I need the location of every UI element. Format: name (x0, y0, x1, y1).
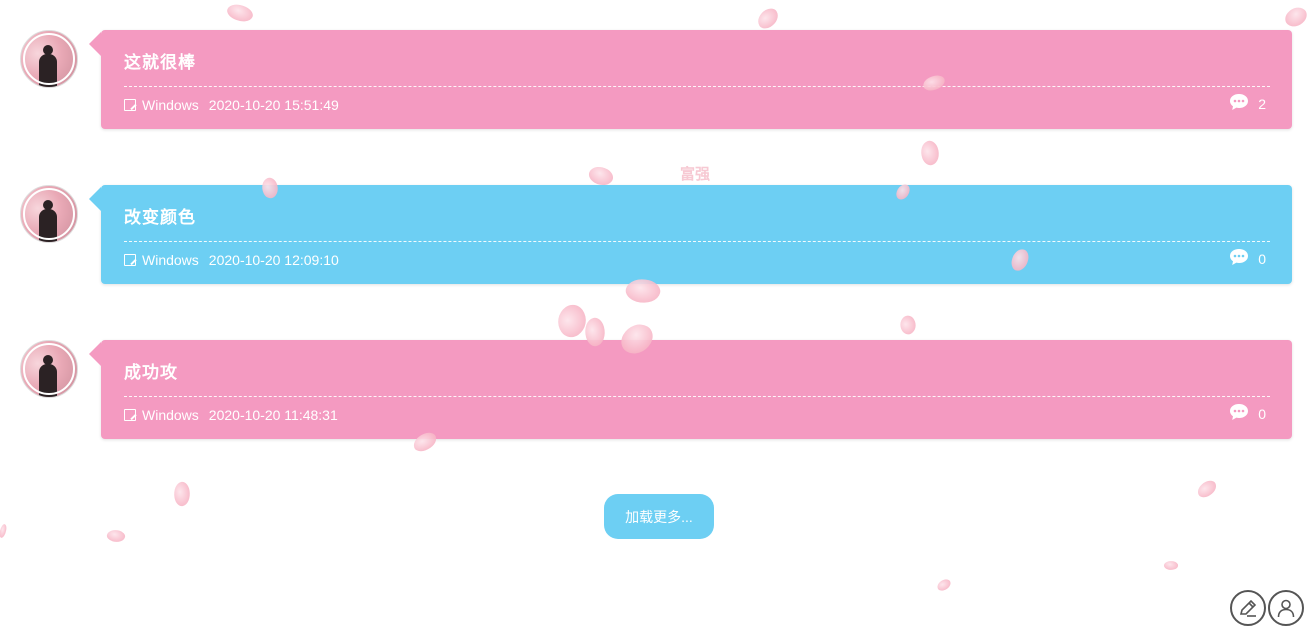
post-meta: Windows 2020-10-20 12:09:10 (124, 252, 339, 268)
comment-icon (1230, 404, 1249, 420)
post-meta: Windows 2020-10-20 11:48:31 (124, 407, 338, 423)
petal-decoration (0, 523, 8, 539)
petal-decoration (917, 138, 943, 168)
comment-count: 0 (1258, 406, 1266, 422)
post-timestamp: 2020-10-20 12:09:10 (208, 252, 339, 268)
avatar-ring (23, 343, 75, 395)
avatar[interactable] (20, 30, 78, 88)
post-card[interactable]: 这就很棒 Windows 2020-10-20 15:51:49 2 (89, 30, 1292, 129)
page: 这就很棒 Windows 2020-10-20 15:51:49 2 改变颜色 … (0, 0, 1311, 633)
comment-button[interactable]: 0 (1229, 402, 1266, 422)
edit-post-icon (1239, 599, 1257, 617)
petal-decoration (754, 5, 782, 32)
post-divider (124, 86, 1270, 87)
petal-decoration (224, 0, 256, 26)
edit-icon (124, 99, 136, 111)
petal-decoration (1194, 478, 1220, 500)
petal-decoration (1282, 2, 1310, 32)
post-item: 改变颜色 Windows 2020-10-20 12:09:10 0 (20, 185, 1292, 285)
load-more-button[interactable]: 加载更多... (604, 494, 714, 539)
watermark-text: 富强 (680, 165, 711, 183)
edit-post-button[interactable] (1230, 590, 1266, 626)
post-title[interactable]: 这就很棒 (124, 48, 196, 73)
post-divider (124, 396, 1270, 397)
post-timestamp: 2020-10-20 15:51:49 (208, 97, 339, 113)
petal-decoration (935, 577, 953, 593)
comment-count: 2 (1258, 96, 1266, 112)
comment-icon (1230, 94, 1249, 110)
post-item: 这就很棒 Windows 2020-10-20 15:51:49 2 (20, 30, 1292, 130)
post-device: Windows (142, 407, 199, 423)
avatar-ring (23, 188, 75, 240)
petal-decoration (896, 313, 920, 337)
comment-button[interactable]: 0 (1229, 247, 1266, 267)
post-title[interactable]: 改变颜色 (124, 203, 196, 228)
post-card[interactable]: 改变颜色 Windows 2020-10-20 12:09:10 0 (89, 185, 1292, 284)
post-item: 成功攻 Windows 2020-10-20 11:48:31 0 (20, 340, 1292, 440)
user-profile-button[interactable] (1268, 590, 1304, 626)
post-card[interactable]: 成功攻 Windows 2020-10-20 11:48:31 0 (89, 340, 1292, 439)
post-device: Windows (142, 252, 199, 268)
post-timestamp: 2020-10-20 11:48:31 (208, 407, 338, 423)
post-meta: Windows 2020-10-20 15:51:49 (124, 97, 339, 113)
petal-decoration (1163, 559, 1179, 572)
avatar[interactable] (20, 185, 78, 243)
edit-icon (124, 409, 136, 421)
comment-icon (1230, 249, 1249, 265)
avatar[interactable] (20, 340, 78, 398)
avatar-ring (23, 33, 75, 85)
post-title[interactable]: 成功攻 (124, 358, 178, 383)
edit-icon (124, 254, 136, 266)
petal-decoration (172, 480, 192, 508)
user-profile-icon (1277, 599, 1295, 618)
post-divider (124, 241, 1270, 242)
comment-count: 0 (1258, 251, 1266, 267)
comment-button[interactable]: 2 (1229, 92, 1266, 112)
post-device: Windows (142, 97, 199, 113)
petal-decoration (105, 527, 127, 545)
